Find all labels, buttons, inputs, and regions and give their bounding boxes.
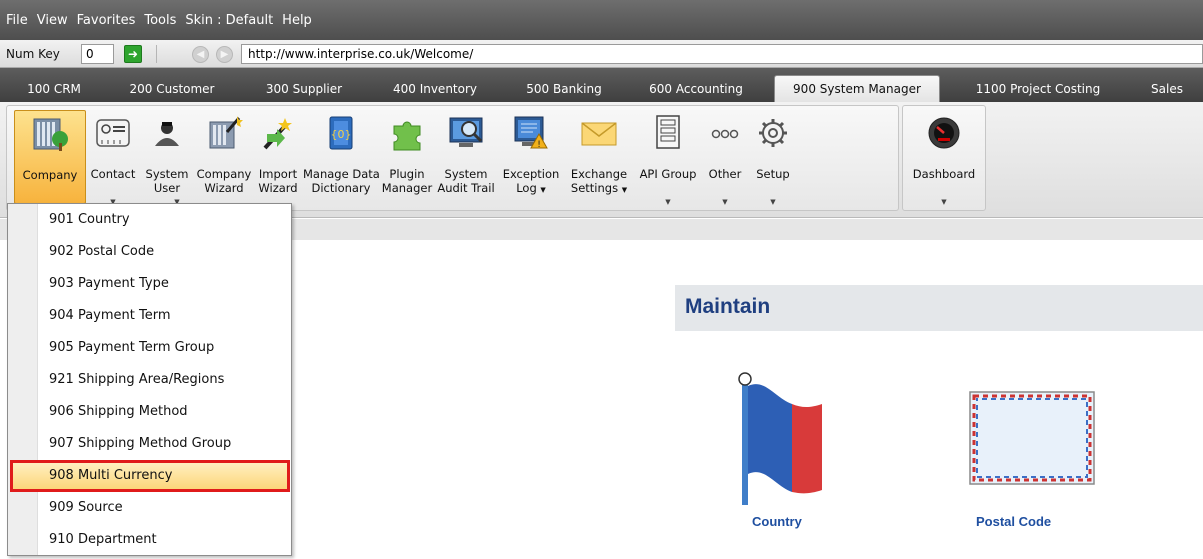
ribbon-label: Dashboard	[912, 167, 976, 181]
forward-arrow-icon: ▶	[220, 49, 229, 60]
system-user-button[interactable]: System User ▼	[141, 110, 193, 206]
dashboard-button[interactable]: Dashboard ▼	[906, 110, 982, 206]
back-arrow-icon: ◀	[196, 49, 205, 60]
exception-log-icon: !	[514, 116, 548, 150]
menu-item-payment-type[interactable]: 903 Payment Type	[8, 268, 291, 300]
num-key-input[interactable]	[81, 44, 114, 64]
puzzle-icon	[393, 121, 421, 151]
chevron-down-icon: ▼	[665, 198, 671, 206]
flag-icon[interactable]	[730, 368, 830, 508]
tab-accounting[interactable]: 600 Accounting	[634, 76, 758, 102]
chevron-down-icon: ▼	[540, 186, 546, 194]
ribbon: Company Contact ▼ System User ▼ Company …	[0, 102, 1203, 218]
ribbon-group-system: Company Contact ▼ System User ▼ Company …	[6, 105, 899, 211]
menu-help[interactable]: Help	[281, 11, 313, 30]
postal-envelope-icon[interactable]	[968, 390, 1100, 490]
company-wizard-icon	[209, 116, 243, 149]
data-dictionary-icon: {0}	[329, 116, 353, 150]
tab-crm[interactable]: 100 CRM	[14, 76, 94, 102]
tab-customer[interactable]: 200 Customer	[112, 76, 232, 102]
menu-bar: File View Favorites Tools Skin : Default…	[0, 0, 1203, 40]
exception-log-button[interactable]: ! Exception Log ▼	[499, 110, 563, 204]
tab-project-costing[interactable]: 1100 Project Costing	[958, 76, 1118, 102]
company-wizard-button[interactable]: Company Wizard	[195, 110, 253, 204]
tab-inventory[interactable]: 400 Inventory	[376, 76, 494, 102]
toolbar-divider	[156, 45, 157, 63]
api-group-icon	[656, 115, 680, 149]
svg-text:{0}: {0}	[331, 128, 352, 141]
menu-skin[interactable]: Skin : Default	[184, 11, 274, 30]
import-wizard-icon	[263, 118, 292, 150]
ribbon-label: API Group	[639, 167, 697, 181]
postal-code-tile-label[interactable]: Postal Code	[976, 514, 1051, 529]
ribbon-group-dashboard: Dashboard ▼	[902, 105, 986, 211]
chevron-down-icon: ▼	[770, 198, 776, 206]
tab-banking[interactable]: 500 Banking	[512, 76, 616, 102]
menu-view[interactable]: View	[36, 11, 69, 30]
other-button[interactable]: Other ▼	[703, 110, 747, 206]
address-bar: Num Key ➜ ◀ ▶	[0, 40, 1203, 68]
tab-system-manager[interactable]: 900 System Manager	[774, 75, 940, 102]
ribbon-label: Other	[708, 167, 742, 181]
ribbon-label: Exception Log ▼	[502, 167, 560, 195]
ribbon-label: Exchange Settings ▼	[570, 167, 628, 195]
company-icon	[33, 118, 68, 151]
ribbon-label: Contact	[90, 167, 136, 181]
num-key-label: Num Key	[6, 47, 60, 61]
arrow-right-icon: ➜	[127, 47, 139, 61]
ribbon-label: Company	[22, 168, 78, 182]
ribbon-label: Company Wizard	[196, 167, 252, 195]
contact-button[interactable]: Contact ▼	[87, 110, 139, 206]
gear-icon	[759, 119, 787, 147]
svg-text:!: !	[537, 140, 541, 150]
url-field[interactable]	[241, 44, 1203, 64]
ribbon-label: System User	[145, 167, 189, 195]
menu-item-department[interactable]: 910 Department	[8, 524, 291, 556]
ribbon-label: Plugin Manager	[381, 167, 433, 195]
menu-item-payment-term[interactable]: 904 Payment Term	[8, 300, 291, 332]
ellipsis-icon	[711, 129, 739, 139]
plugin-manager-button[interactable]: Plugin Manager	[381, 110, 433, 204]
api-group-button[interactable]: API Group ▼	[635, 110, 701, 206]
chevron-down-icon: ▼	[941, 198, 947, 206]
menu-item-payment-term-group[interactable]: 905 Payment Term Group	[8, 332, 291, 364]
company-dropdown-menu: 901 Country 902 Postal Code 903 Payment …	[7, 203, 292, 556]
chevron-down-icon: ▼	[621, 186, 628, 194]
menu-item-country[interactable]: 901 Country	[8, 204, 291, 236]
ribbon-label: System Audit Trail	[437, 167, 495, 195]
go-button[interactable]: ➜	[124, 45, 142, 63]
ribbon-label: Setup	[756, 167, 790, 181]
menu-item-shipping-method[interactable]: 906 Shipping Method	[8, 396, 291, 428]
setup-button[interactable]: Setup ▼	[749, 110, 797, 206]
manage-data-dictionary-button[interactable]: {0} Manage Data Dictionary	[303, 110, 380, 204]
menu-item-shipping-area-regions[interactable]: 921 Shipping Area/Regions	[8, 364, 291, 396]
menu-item-source[interactable]: 909 Source	[8, 492, 291, 524]
ribbon-label: Manage Data Dictionary	[303, 167, 380, 195]
tab-sales[interactable]: Sales	[1138, 76, 1196, 102]
ribbon-label: Import Wizard	[258, 167, 298, 195]
menu-item-multi-currency[interactable]: 908 Multi Currency	[10, 460, 290, 492]
menu-favorites[interactable]: Favorites	[76, 11, 137, 30]
menu-tools[interactable]: Tools	[143, 11, 177, 30]
gauge-icon	[928, 117, 960, 149]
module-tab-bar: 100 CRM 200 Customer 300 Supplier 400 In…	[0, 68, 1203, 102]
section-title: Maintain	[685, 295, 771, 318]
menu-item-shipping-method-group[interactable]: 907 Shipping Method Group	[8, 428, 291, 460]
import-wizard-button[interactable]: Import Wizard	[255, 110, 301, 204]
chevron-down-icon: ▼	[722, 198, 728, 206]
tab-supplier[interactable]: 300 Supplier	[250, 76, 358, 102]
back-button[interactable]: ◀	[192, 46, 209, 63]
system-audit-trail-button[interactable]: System Audit Trail	[435, 110, 497, 204]
system-user-icon	[155, 122, 179, 146]
contact-card-icon	[96, 119, 130, 147]
envelope-icon	[581, 122, 617, 146]
country-tile-label[interactable]: Country	[752, 514, 802, 529]
maintain-section-header: Maintain	[675, 285, 1203, 331]
menu-file[interactable]: File	[5, 11, 29, 30]
audit-trail-icon	[449, 117, 483, 147]
exchange-settings-button[interactable]: Exchange Settings ▼	[565, 110, 633, 204]
forward-button[interactable]: ▶	[216, 46, 233, 63]
company-button[interactable]: Company	[14, 110, 86, 204]
menu-item-postal-code[interactable]: 902 Postal Code	[8, 236, 291, 268]
